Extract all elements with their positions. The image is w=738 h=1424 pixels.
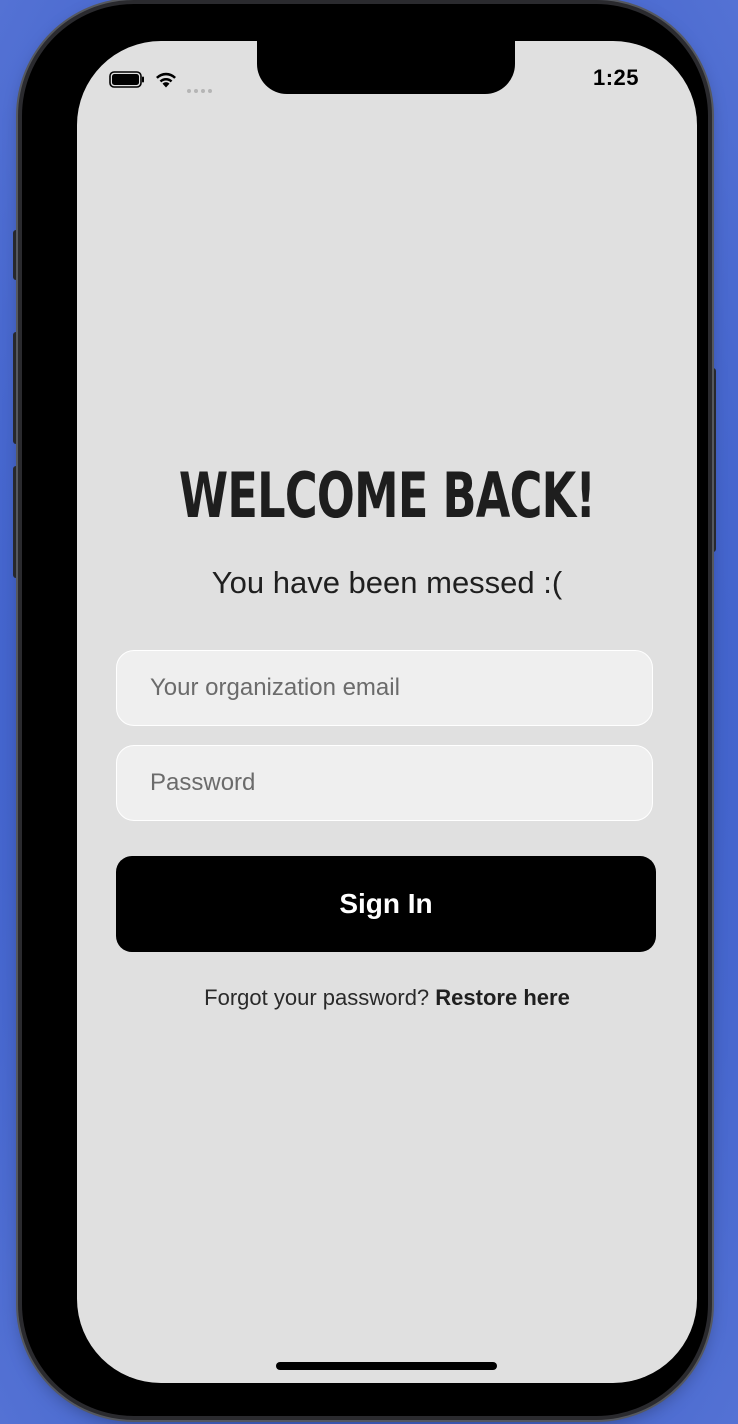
wifi-icon <box>153 69 179 89</box>
forgot-password-text: Forgot your password? <box>204 985 430 1010</box>
status-bar-left <box>109 69 212 93</box>
welcome-subtitle: You have been messed :( <box>211 565 563 600</box>
sign-in-button[interactable]: Sign In <box>116 856 656 952</box>
forgot-password-row: Forgot your password? Restore here <box>77 984 697 1012</box>
notch <box>257 41 515 94</box>
volume-up-button <box>13 332 22 444</box>
volume-down-button <box>13 466 22 578</box>
email-field[interactable] <box>116 650 653 726</box>
battery-icon <box>109 70 145 88</box>
password-field[interactable] <box>116 745 653 821</box>
welcome-title: WELCOME BACK! <box>178 459 596 532</box>
signal-dots-icon <box>187 65 212 93</box>
phone-screen: 1:25 WELCOME BACK! You have been messed … <box>77 41 697 1383</box>
status-time: 1:25 <box>592 65 639 90</box>
power-button <box>707 368 716 552</box>
phone-frame: 1:25 WELCOME BACK! You have been messed … <box>22 4 708 1416</box>
home-indicator[interactable] <box>276 1362 497 1370</box>
mute-switch <box>13 230 22 280</box>
restore-link[interactable]: Restore here <box>435 985 570 1010</box>
